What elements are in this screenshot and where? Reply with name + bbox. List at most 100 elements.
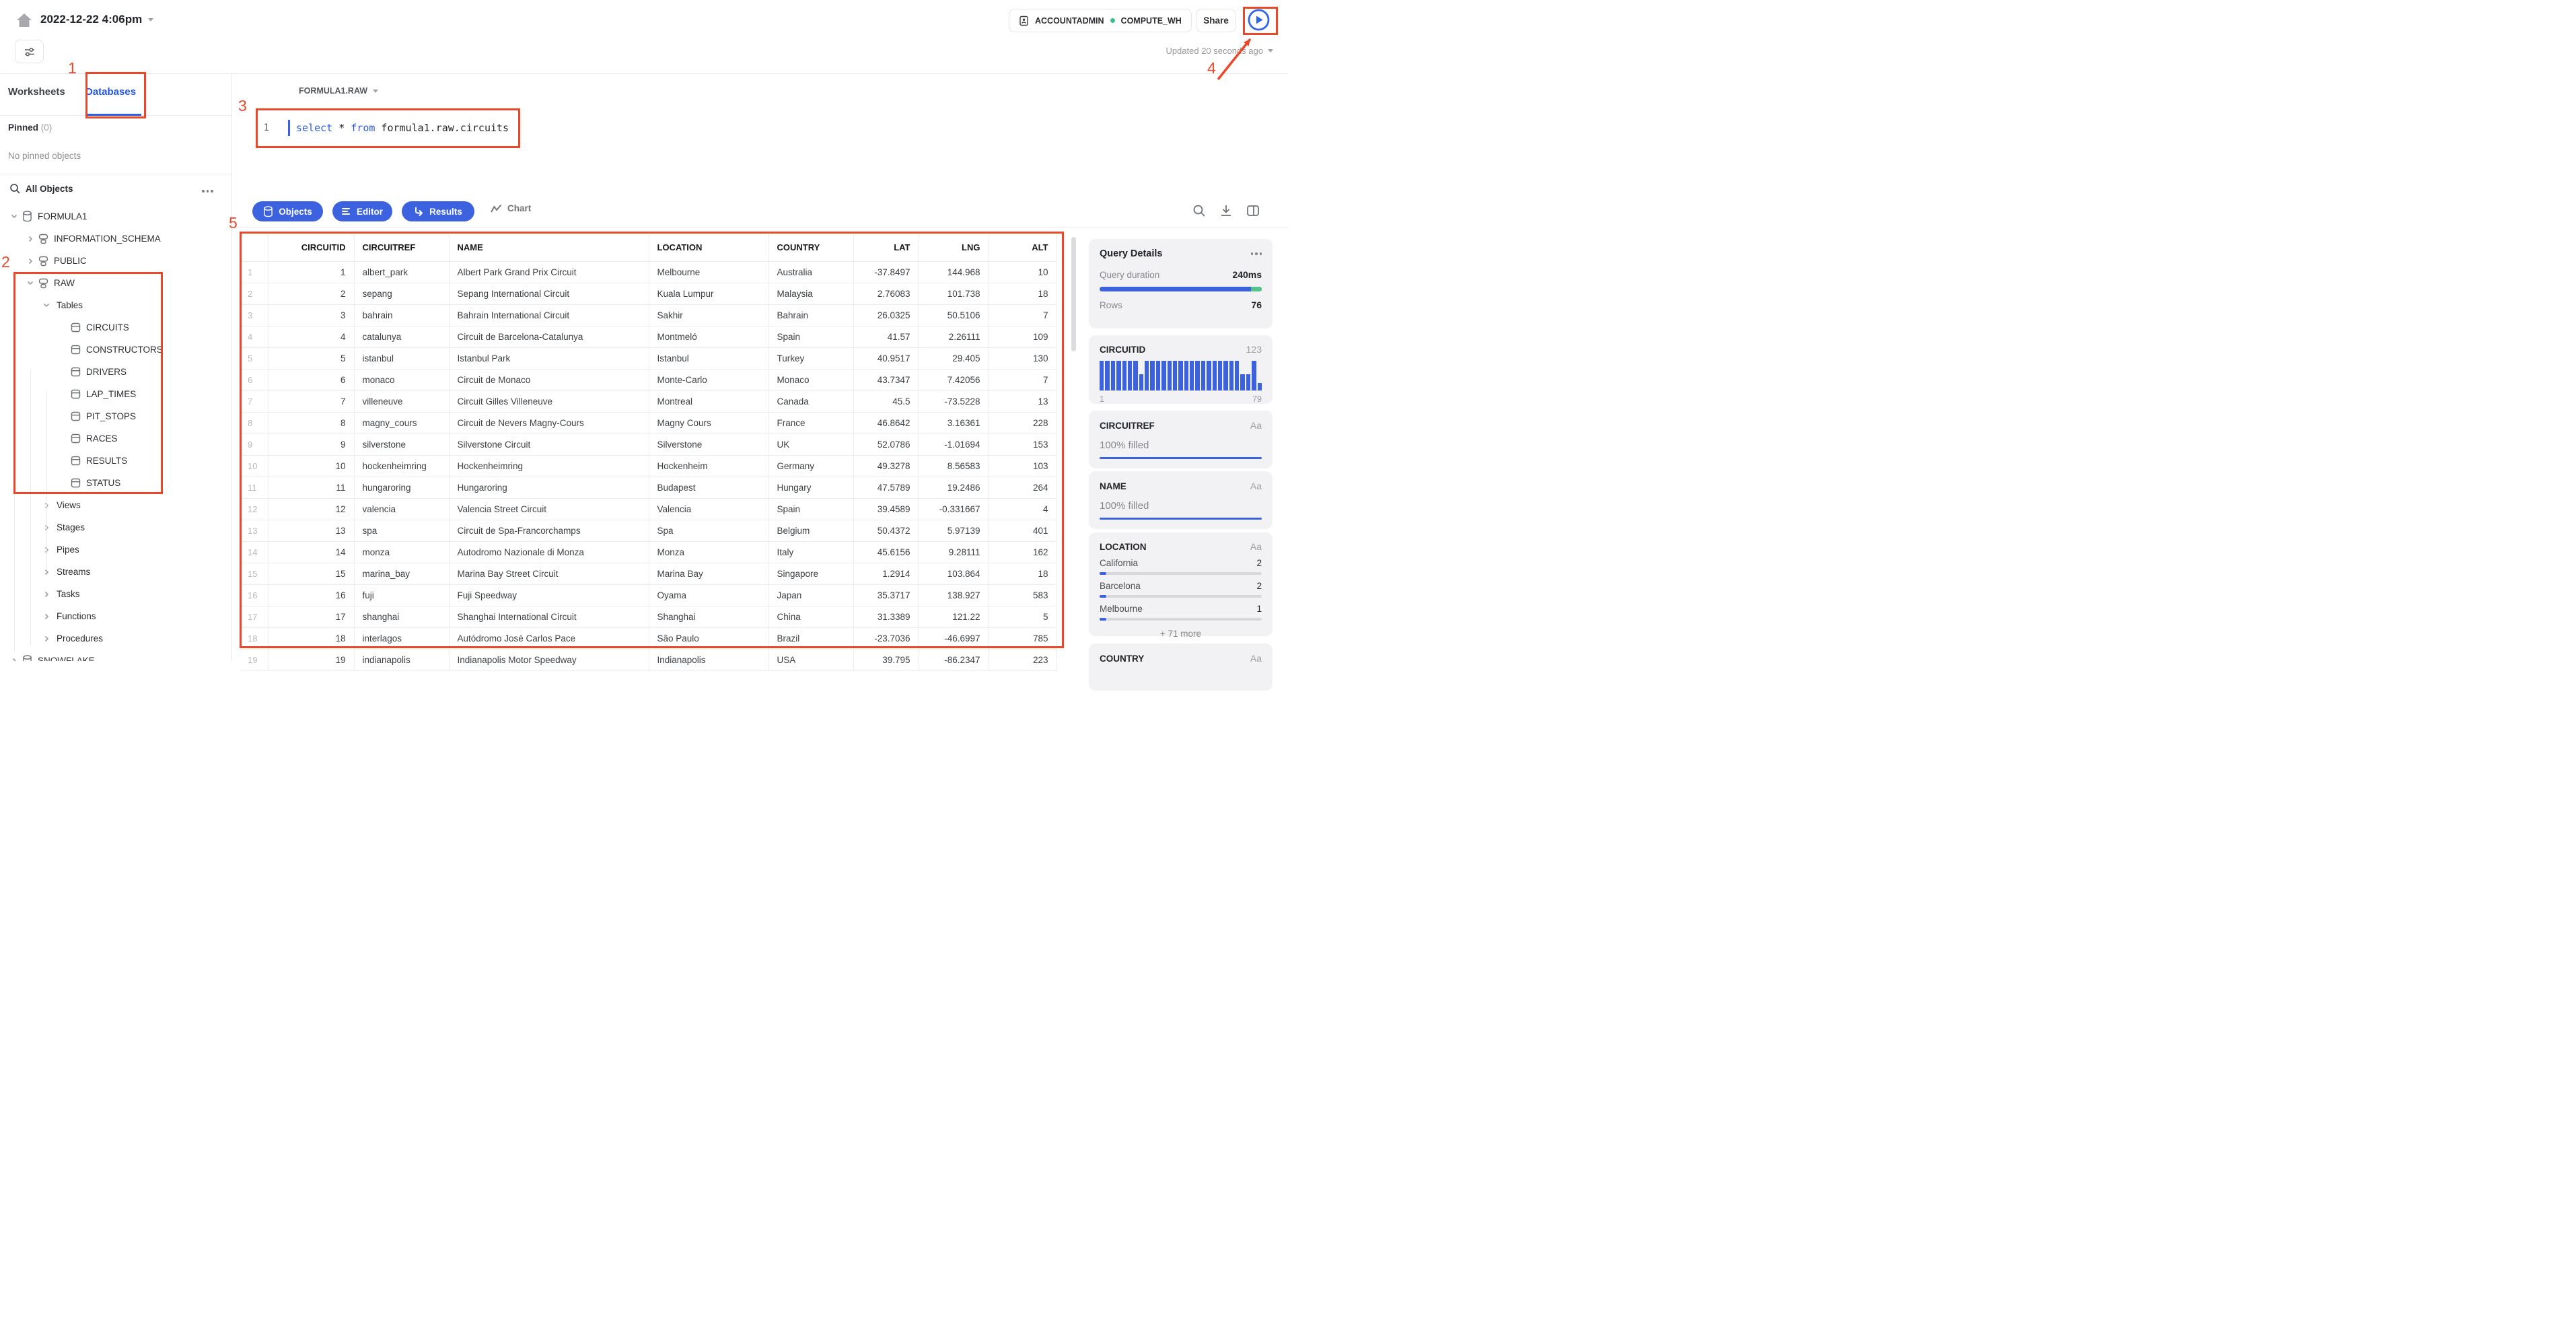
sql-text: formula1.raw.circuits	[375, 122, 509, 134]
tree-item-status[interactable]: STATUS	[0, 472, 232, 494]
tree-item-raw[interactable]: RAW	[0, 272, 232, 294]
tab-databases[interactable]: Databases	[85, 86, 136, 98]
tree-item-circuits[interactable]: CIRCUITS	[0, 316, 232, 339]
toggle-panel-button[interactable]	[1246, 204, 1261, 219]
table-row[interactable]: 7 7 villeneuve Circuit Gilles Villeneuve Mon…	[241, 390, 1057, 413]
show-more-values[interactable]: + 71 more	[1100, 629, 1262, 639]
sql-editor-line[interactable]: 1 select * from formula1.raw.circuits	[258, 118, 509, 137]
home-icon[interactable]	[15, 11, 34, 30]
tab-objects[interactable]: Objects	[252, 201, 323, 221]
table-cell: Circuit de Monaco	[449, 369, 649, 391]
objects-menu-button[interactable]	[202, 190, 213, 193]
chevron-right-icon[interactable]	[42, 569, 51, 576]
table-row[interactable]: 18 18 interlagos Autódromo José Carlos Pace…	[241, 627, 1057, 650]
table-cell: Canada	[768, 390, 854, 413]
table-row[interactable]: 19 19 indianapolis Indianapolis Motor Speed…	[241, 649, 1057, 671]
chevron-right-icon[interactable]	[9, 658, 19, 661]
tree-item-pipes[interactable]: Pipes	[0, 538, 232, 561]
table-row[interactable]: 10 10 hockenheimring Hockenheimring Hockenhe…	[241, 455, 1057, 477]
value-frequency-row[interactable]: Melbourne 1	[1100, 604, 1262, 621]
value-frequency-row[interactable]: Barcelona 2	[1100, 581, 1262, 598]
table-cell: 13	[268, 520, 355, 542]
query-details-menu-button[interactable]	[1250, 252, 1262, 255]
table-cell: -1.01694	[919, 433, 989, 456]
tree-item-lap_times[interactable]: LAP_TIMES	[0, 383, 232, 405]
value-frequency-row[interactable]: California 2	[1100, 558, 1262, 575]
table-row[interactable]: 3 3 bahrain Bahrain International Circuit Sa…	[241, 304, 1057, 326]
tree-item-tasks[interactable]: Tasks	[0, 583, 232, 605]
lines-icon	[342, 207, 351, 215]
table-row[interactable]: 17 17 shanghai Shanghai International Circu…	[241, 606, 1057, 628]
table-cell: 4	[989, 498, 1057, 520]
filters-button[interactable]	[15, 40, 44, 63]
table-row[interactable]: 13 13 spa Circuit de Spa-Francorchamps Spa Be…	[241, 520, 1057, 542]
column-header-name[interactable]: NAME	[449, 234, 649, 262]
tree-item-snowflake[interactable]: SNOWFLAKE	[0, 650, 232, 661]
value-label: California	[1100, 558, 1139, 568]
table-row[interactable]: 6 6 monaco Circuit de Monaco Monte-Carlo Mona…	[241, 369, 1057, 391]
tree-item-drivers[interactable]: DRIVERS	[0, 361, 232, 383]
tree-item-stages[interactable]: Stages	[0, 516, 232, 538]
column-header-circuitid[interactable]: CIRCUITID	[268, 234, 355, 262]
tree-item-public[interactable]: PUBLIC	[0, 250, 232, 272]
updated-dropdown[interactable]: Updated 20 seconds ago	[1166, 46, 1273, 56]
table-row[interactable]: 5 5 istanbul Istanbul Park Istanbul Turkey 40.…	[241, 347, 1057, 370]
search-results-button[interactable]	[1192, 204, 1207, 219]
table-row[interactable]: 16 16 fuji Fuji Speedway Oyama Japan 35.3717 13…	[241, 584, 1057, 606]
table-cell: 19.2486	[919, 477, 989, 499]
table-scrollbar[interactable]	[1071, 237, 1076, 351]
download-results-button[interactable]	[1219, 204, 1234, 219]
tree-item-constructors[interactable]: CONSTRUCTORS	[0, 339, 232, 361]
tree-item-information_schema[interactable]: INFORMATION_SCHEMA	[0, 228, 232, 250]
table-row[interactable]: 9 9 silverstone Silverstone Circuit Silverst…	[241, 433, 1057, 456]
table-cell: Hungary	[768, 477, 854, 499]
chevron-down-icon[interactable]	[26, 281, 35, 285]
chevron-right-icon[interactable]	[42, 591, 51, 598]
chevron-right-icon[interactable]	[42, 613, 51, 620]
tab-results[interactable]: Results	[402, 201, 474, 221]
row-number-cell: 1	[241, 261, 269, 283]
column-header-alt[interactable]: ALT	[989, 234, 1057, 262]
tab-editor[interactable]: Editor	[332, 201, 392, 221]
table-row[interactable]: 4 4 catalunya Circuit de Barcelona-Cataluny…	[241, 326, 1057, 348]
column-header-rownum[interactable]	[241, 234, 269, 262]
table-row[interactable]: 12 12 valencia Valencia Street Circuit Valen…	[241, 498, 1057, 520]
column-header-lng[interactable]: LNG	[919, 234, 989, 262]
tree-item-tables[interactable]: Tables	[0, 294, 232, 316]
table-row[interactable]: 15 15 marina_bay Marina Bay Street Circuit M…	[241, 563, 1057, 585]
tree-item-streams[interactable]: Streams	[0, 561, 232, 583]
table-row[interactable]: 2 2 sepang Sepang International Circuit Kual…	[241, 283, 1057, 305]
tree-item-results[interactable]: RESULTS	[0, 450, 232, 472]
column-header-circuitref[interactable]: CIRCUITREF	[354, 234, 450, 262]
tree-item-functions[interactable]: Functions	[0, 605, 232, 627]
session-context-selector[interactable]: ACCOUNTADMIN COMPUTE_WH	[1009, 9, 1192, 32]
share-button[interactable]: Share	[1196, 9, 1236, 32]
column-header-lat[interactable]: LAT	[853, 234, 919, 262]
column-header-location[interactable]: LOCATION	[649, 234, 769, 262]
editor-context-selector[interactable]: FORMULA1.RAW	[299, 86, 379, 96]
run-query-button[interactable]	[1247, 8, 1271, 32]
tree-item-races[interactable]: RACES	[0, 427, 232, 450]
object-search-row[interactable]: All Objects	[0, 174, 231, 205]
tree-item-label: PIT_STOPS	[86, 411, 137, 421]
tree-item-views[interactable]: Views	[0, 494, 232, 516]
tab-chart[interactable]: Chart	[491, 203, 531, 213]
chevron-down-icon[interactable]	[42, 303, 51, 308]
column-header-country[interactable]: COUNTRY	[768, 234, 854, 262]
worksheet-title[interactable]: 2022-12-22 4:06pm	[40, 13, 154, 26]
table-row[interactable]: 1 1 albert_park Albert Park Grand Prix Circ…	[241, 261, 1057, 283]
table-row[interactable]: 8 8 magny_cours Circuit de Nevers Magny-Cou…	[241, 412, 1057, 434]
histogram-bar	[1139, 374, 1143, 390]
table-row[interactable]: 11 11 hungaroring Hungaroring Budapest Hungar…	[241, 477, 1057, 499]
table-row[interactable]: 14 14 monza Autodromo Nazionale di Monza Mon…	[241, 541, 1057, 563]
tab-worksheets[interactable]: Worksheets	[8, 86, 65, 98]
tree-item-label: FORMULA1	[38, 211, 87, 221]
pinned-count: (0)	[40, 123, 52, 133]
tree-item-formula1[interactable]: FORMULA1	[0, 205, 232, 228]
chevron-right-icon[interactable]	[42, 635, 51, 642]
tree-item-pit_stops[interactable]: PIT_STOPS	[0, 405, 232, 427]
chevron-down-icon[interactable]	[9, 214, 19, 219]
tree-item-procedures[interactable]: Procedures	[0, 627, 232, 650]
chevron-right-icon[interactable]	[26, 236, 35, 242]
chevron-right-icon[interactable]	[26, 258, 35, 265]
